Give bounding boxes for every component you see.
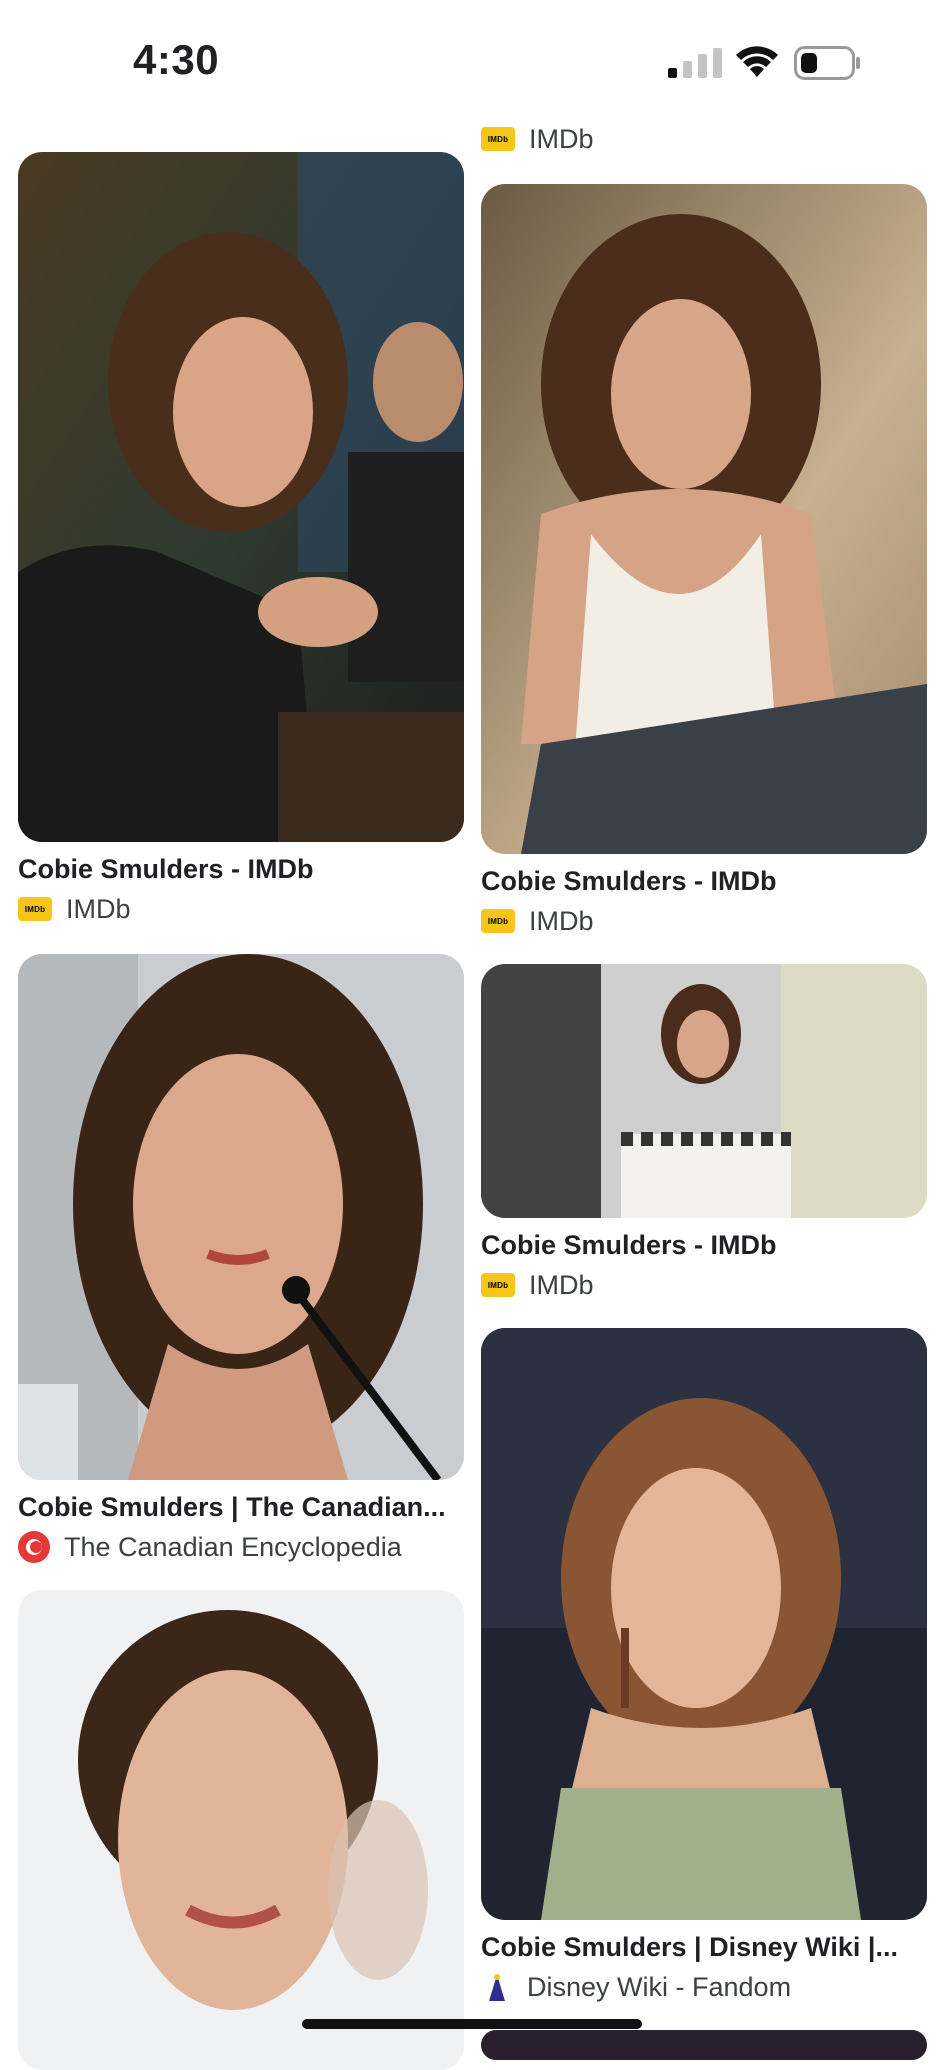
imdb-icon: IMDb [481, 909, 515, 933]
imdb-icon: IMDb [481, 127, 515, 151]
result-source[interactable]: IMDb IMDb [481, 122, 927, 156]
image-result-card[interactable]: Cobie Smulders - IMDb IMDb IMDb [481, 184, 927, 938]
photo-cobie-short-hair [481, 1328, 927, 1920]
status-bar: 4:30 [0, 0, 945, 110]
image-result-card[interactable]: Cobie Smulders | Disney Wiki |... Disney… [481, 1328, 927, 2004]
result-source-name: The Canadian Encyclopedia [64, 1531, 402, 1562]
photo-cobie-microphone [18, 954, 464, 1480]
result-thumbnail[interactable] [481, 184, 927, 854]
result-thumbnail[interactable] [18, 954, 464, 1480]
imdb-icon: IMDb [18, 897, 52, 921]
result-thumbnail[interactable] [481, 2030, 927, 2060]
image-result-card[interactable]: Cobie Smulders - IMDb IMDb IMDb [18, 152, 464, 926]
result-source-name: Disney Wiki - Fandom [527, 1971, 792, 2002]
battery-icon [794, 46, 860, 80]
result-source-name: IMDb [529, 905, 594, 936]
result-title[interactable]: Cobie Smulders - IMDb [18, 852, 464, 886]
cellular-signal-icon [668, 48, 722, 78]
image-result-card[interactable] [18, 1590, 464, 2070]
home-indicator[interactable] [302, 2019, 642, 2029]
result-thumbnail[interactable] [18, 1590, 464, 2070]
result-thumbnail[interactable] [18, 152, 464, 842]
result-source[interactable]: IMDb IMDb [481, 1268, 927, 1302]
result-thumbnail[interactable] [481, 964, 927, 1218]
result-title[interactable]: Cobie Smulders - IMDb [481, 864, 927, 898]
photo-cobie-comic-con [481, 964, 927, 1218]
status-time: 4:30 [133, 36, 220, 83]
image-result-card-partial[interactable]: IMDb IMDb [481, 122, 927, 156]
result-title[interactable]: Cobie Smulders | The Canadian... [18, 1490, 464, 1524]
result-source[interactable]: The Canadian Encyclopedia [18, 1530, 464, 1564]
disney-wiki-icon [481, 1971, 513, 2003]
result-thumbnail[interactable] [481, 1328, 927, 1920]
image-result-card-partial[interactable] [481, 2030, 927, 2060]
result-source-name: IMDb [66, 893, 131, 924]
image-result-card[interactable]: Cobie Smulders - IMDb IMDb IMDb [481, 964, 927, 1302]
photo-cobie-white-top [481, 184, 927, 854]
canadian-encyclopedia-icon [18, 1531, 50, 1563]
imdb-icon: IMDb [481, 1273, 515, 1297]
result-title[interactable]: Cobie Smulders | Disney Wiki |... [481, 1930, 927, 1964]
result-source-name: IMDb [529, 1269, 594, 1300]
wifi-icon [736, 46, 778, 77]
photo-cobie-cbs [18, 1590, 464, 2070]
result-source-name: IMDb [529, 123, 594, 154]
image-result-card[interactable]: Cobie Smulders | The Canadian... The Can… [18, 954, 464, 1564]
result-source[interactable]: IMDb IMDb [481, 904, 927, 938]
result-source[interactable]: Disney Wiki - Fandom [481, 1970, 927, 2004]
result-title[interactable]: Cobie Smulders - IMDb [481, 1228, 927, 1262]
result-source[interactable]: IMDb IMDb [18, 892, 464, 926]
photo-cobie-bar [18, 152, 464, 842]
